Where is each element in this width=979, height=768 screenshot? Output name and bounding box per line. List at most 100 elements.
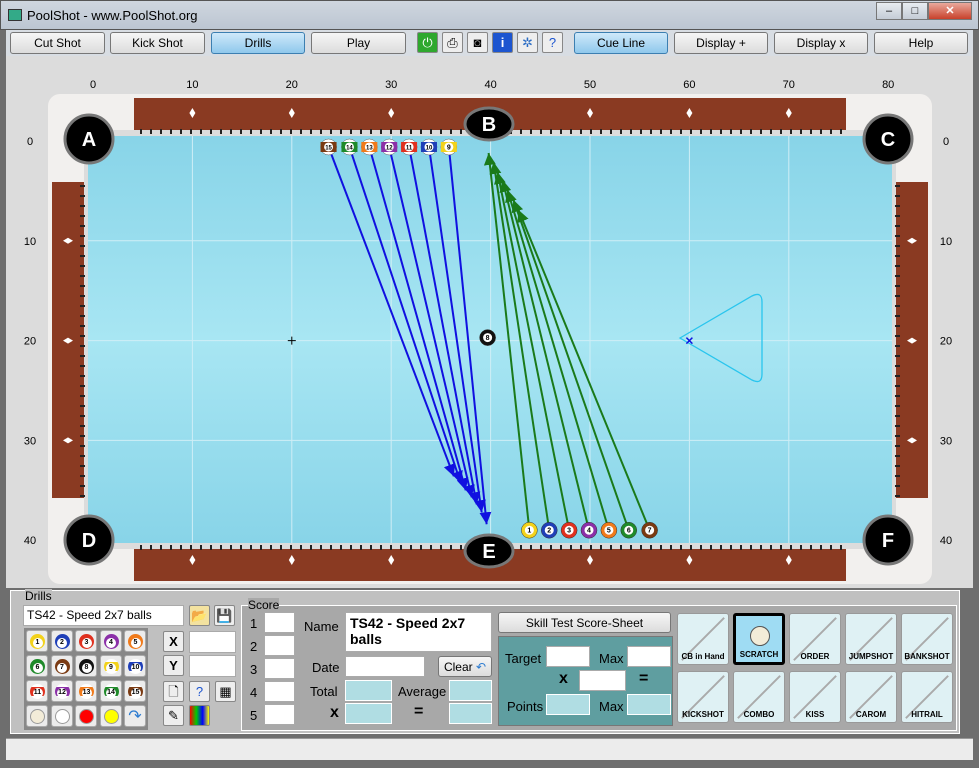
ball-4[interactable]: 4 xyxy=(580,521,598,539)
tile-scratch[interactable]: SCRATCH xyxy=(733,613,785,665)
camera-icon[interactable]: ◙ xyxy=(467,32,488,53)
ball-3[interactable]: 3 xyxy=(560,521,578,539)
pocket-d[interactable]: D xyxy=(63,514,115,566)
tile-bankshot[interactable]: BANKSHOT xyxy=(901,613,953,665)
date-input[interactable] xyxy=(345,656,425,677)
ball-14[interactable]: 14 xyxy=(341,138,358,156)
pocket-e[interactable]: E xyxy=(463,533,515,569)
tile-kiss[interactable]: KISS xyxy=(789,671,841,723)
palette-ball-3[interactable]: 3 xyxy=(75,630,97,652)
ball-8[interactable]: 8 xyxy=(479,329,496,346)
palette-ball-2[interactable]: 2 xyxy=(50,630,73,652)
ball-7[interactable]: 7 xyxy=(641,521,658,539)
palette-ball-13[interactable]: 13 xyxy=(75,680,97,702)
score-input-1[interactable] xyxy=(264,612,295,633)
x-tick-label: 30 xyxy=(385,79,397,91)
palette-ball-11[interactable]: 11 xyxy=(26,680,48,702)
ball-2[interactable]: 2 xyxy=(540,521,558,539)
player-name-input[interactable]: TS42 - Speed 2x7 balls xyxy=(345,612,492,652)
score-input-4[interactable] xyxy=(264,681,295,702)
display-plus-system-button[interactable]: Display + System xyxy=(674,32,768,70)
ball-15[interactable]: 15 xyxy=(320,138,337,156)
tile-cb-in-hand[interactable]: CB in Hand xyxy=(677,613,729,665)
power-icon[interactable]: ⏻ xyxy=(417,32,438,53)
score-input-3[interactable] xyxy=(264,658,295,679)
max-input[interactable] xyxy=(627,646,671,667)
palette-ball-15[interactable]: 15 xyxy=(124,680,146,702)
x-input[interactable] xyxy=(189,631,236,653)
palette-ball-7[interactable]: 7 xyxy=(50,655,73,677)
palette-ball-1[interactable]: 1 xyxy=(26,630,48,652)
cue-ball-icon[interactable] xyxy=(26,705,48,727)
pocket-f[interactable]: F xyxy=(862,514,914,566)
edit-notes-icon[interactable]: ✎ xyxy=(163,705,184,726)
tile-kickshot[interactable]: KICKSHOT xyxy=(677,671,729,723)
ball-12[interactable]: 12 xyxy=(380,138,398,156)
score-input-5[interactable] xyxy=(264,704,295,725)
ball-11[interactable]: 11 xyxy=(400,138,418,156)
tile-combo[interactable]: COMBO xyxy=(733,671,785,723)
tile-hitrail[interactable]: HITRAIL xyxy=(901,671,953,723)
minimize-button[interactable]: – xyxy=(876,2,902,20)
yellow-ball-icon[interactable] xyxy=(99,705,122,727)
ghost-ball-icon[interactable] xyxy=(50,705,73,727)
skill-multiplier-input[interactable] xyxy=(579,670,626,691)
redo-icon[interactable]: ↷ xyxy=(124,705,146,727)
help-doc-icon[interactable]: ? xyxy=(542,32,563,53)
drills-button[interactable]: Drills xyxy=(211,32,305,54)
pool-table[interactable]: 0 10 20 30 40 50 60 70 80 0 0 10 10 20 20 30 30 40 40 A B C D… xyxy=(6,56,973,588)
y-button[interactable]: Y xyxy=(163,655,184,676)
palette-ball-5[interactable]: 5 xyxy=(124,630,146,652)
ball-1[interactable]: 1 xyxy=(521,521,538,539)
max2-field xyxy=(627,694,671,715)
tile-order[interactable]: ORDER xyxy=(789,613,841,665)
cut-shot-button[interactable]: Cut Shot xyxy=(10,32,105,54)
maximize-button[interactable]: □ xyxy=(902,2,928,20)
info-icon[interactable]: i xyxy=(492,32,513,53)
close-button[interactable]: ✕ xyxy=(928,2,972,20)
score-input-2[interactable] xyxy=(264,635,295,656)
open-folder-icon[interactable]: 📂 xyxy=(189,605,210,626)
palette-ball-12[interactable]: 12 xyxy=(50,680,73,702)
ball-6[interactable]: 6 xyxy=(620,521,638,539)
target-input[interactable] xyxy=(546,646,590,667)
palette-ball-6[interactable]: 6 xyxy=(26,655,48,677)
new-document-icon[interactable]: 🗋 xyxy=(163,681,184,702)
color-grid-icon[interactable] xyxy=(189,705,210,726)
ball-9[interactable]: 9 xyxy=(440,138,458,156)
y-input[interactable] xyxy=(189,655,236,677)
pocket-a[interactable]: A xyxy=(63,113,115,165)
svg-text:7: 7 xyxy=(648,528,652,535)
save-icon[interactable]: 💾 xyxy=(214,605,235,626)
play-button[interactable]: Play xyxy=(311,32,406,54)
palette-ball-8[interactable]: 8 xyxy=(75,655,97,677)
palette-ball-10[interactable]: 10 xyxy=(124,655,146,677)
tile-carom[interactable]: CAROM xyxy=(845,671,897,723)
clear-button[interactable]: Clear ↶ xyxy=(438,656,492,677)
palette-ball-9[interactable]: 9 xyxy=(99,655,122,677)
ball-13[interactable]: 13 xyxy=(361,138,378,156)
tile-jumpshot[interactable]: JUMPSHOT xyxy=(845,613,897,665)
red-ball-icon[interactable] xyxy=(75,705,97,727)
x-tick-label: 0 xyxy=(90,79,96,91)
kick-shot-button[interactable]: Kick Shot xyxy=(110,32,205,54)
settings-icon[interactable]: ✲ xyxy=(517,32,538,53)
palette-ball-14[interactable]: 14 xyxy=(99,680,122,702)
svg-text:1: 1 xyxy=(527,528,531,535)
skill-test-score-sheet-button[interactable]: Skill Test Score-Sheet xyxy=(498,612,671,633)
pocket-b[interactable]: B xyxy=(463,106,515,142)
drill-name-input[interactable]: TS42 - Speed 2x7 balls xyxy=(23,605,184,626)
palette-ball-4[interactable]: 4 xyxy=(99,630,122,652)
svg-text:10: 10 xyxy=(426,145,433,151)
ball-10[interactable]: 10 xyxy=(420,138,438,156)
table-list-icon[interactable]: ▦ xyxy=(215,681,236,702)
y-tick-label: 10 xyxy=(24,236,36,248)
cue-line-button[interactable]: Cue Line xyxy=(574,32,668,54)
help-button[interactable]: Help xyxy=(874,32,968,54)
x-button[interactable]: X xyxy=(163,631,184,652)
display-x-system-button[interactable]: Display x System xyxy=(774,32,868,70)
print-icon[interactable]: ⎙ xyxy=(442,32,463,53)
pocket-c[interactable]: C xyxy=(862,113,914,165)
document-help-icon[interactable]: ? xyxy=(189,681,210,702)
ball-5[interactable]: 5 xyxy=(600,521,618,539)
